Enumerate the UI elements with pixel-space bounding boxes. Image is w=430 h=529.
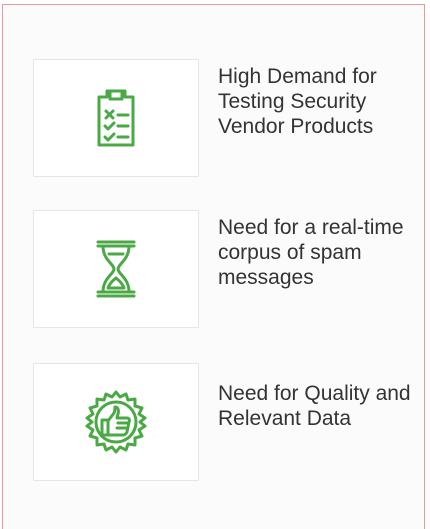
feature-icon-box <box>33 210 199 328</box>
feature-icon-box <box>33 59 199 177</box>
feature-icon-box <box>33 363 199 481</box>
feature-label: Need for Quality and Relevant Data <box>218 382 411 430</box>
features-panel: High Demand for Testing Security Vendor … <box>2 4 425 529</box>
feature-label: High Demand for Testing Security Vendor … <box>218 65 377 138</box>
feature-label: Need for a real-time corpus of spam mess… <box>218 216 404 289</box>
